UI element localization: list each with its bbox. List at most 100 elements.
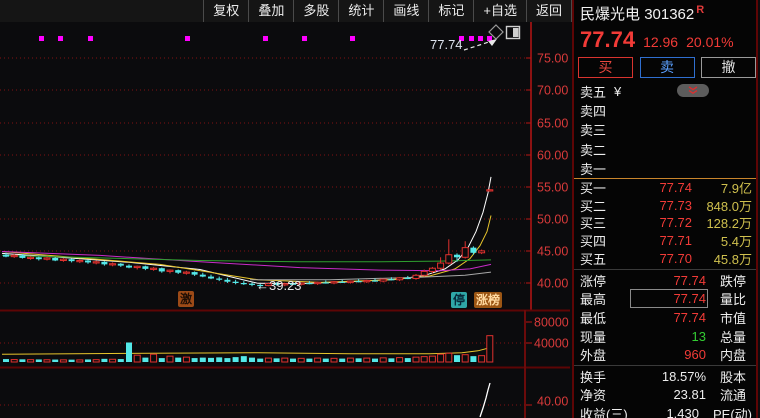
current-price-annotation: 77.74 [430, 37, 463, 52]
buy-level-price: 77.71 [614, 233, 692, 248]
fundamental-row: 收益(三)1.430PE(动) [574, 404, 756, 418]
stock-title: 民爆光电 301362R [580, 3, 704, 24]
buy-level-price: 77.72 [614, 215, 692, 230]
stat-label-2: 量比 [720, 289, 746, 308]
buy-level-amount: 7.9亿 [692, 178, 752, 197]
fundamental-row: 换手18.57%股本 [574, 367, 756, 386]
svg-text:45.00: 45.00 [537, 245, 568, 259]
order-book: 卖五¥卖四卖三卖二卖一 买一77.747.9亿买二77.73848.0万买三77… [574, 82, 756, 267]
sell-level-label: 卖四 [580, 101, 614, 120]
stat-label: 最低 [580, 308, 632, 327]
sell-level-row[interactable]: 卖二 [574, 140, 756, 159]
buy-level-price: 77.70 [614, 251, 692, 266]
svg-text:60.00: 60.00 [537, 149, 568, 163]
pane-toggle-icon-fill [513, 28, 519, 37]
kline-chart[interactable]: 75.0070.0065.0060.0055.0050.0045.0040.00… [0, 0, 572, 418]
stat-value: 77.74 [632, 273, 706, 288]
sell-level-row[interactable]: 卖五¥ [574, 82, 756, 101]
margin-trading-badge: R [696, 4, 704, 16]
sell-level-label: 卖三 [580, 120, 614, 139]
buy-level-row[interactable]: 买四77.715.4万 [574, 232, 756, 250]
price-row: 77.7412.9620.01% [580, 27, 742, 53]
sell-level-label: 卖一 [580, 159, 614, 178]
buy-level-amount: 128.2万 [692, 213, 752, 232]
fundamental-row: 净资23.81 流通 [574, 386, 756, 405]
ma-yellow [2, 216, 491, 283]
stat-label: 涨停 [580, 271, 632, 290]
sell-level-label: 卖二 [580, 140, 614, 159]
sell-level-row[interactable]: 卖三 [574, 120, 756, 139]
cancel-order-button[interactable]: 撤 [701, 57, 756, 78]
stat-label-2: 市值 [720, 308, 746, 327]
fundamental-label-2: 股本 [720, 367, 746, 386]
buy-level-row[interactable]: 买一77.747.9亿 [574, 179, 756, 197]
svg-text:55.00: 55.00 [537, 181, 568, 195]
fundamental-value: 1.430 [629, 406, 699, 418]
stat-row: 现量13总量 [574, 327, 756, 346]
fundamental-label: 换手 [580, 367, 632, 386]
svg-text:40.00: 40.00 [537, 395, 568, 409]
stock-name: 民爆光电 [580, 6, 640, 23]
svg-text:40.00: 40.00 [537, 277, 568, 291]
stat-label-2: 跌停 [720, 271, 746, 290]
svg-text:80000: 80000 [534, 316, 569, 330]
stat-row: 最低77.74 市值 [574, 308, 756, 327]
tag-zhangbang[interactable]: 涨榜 [474, 292, 502, 308]
fundamental-label-2: 流通 [720, 385, 746, 404]
signal-dot [39, 36, 44, 41]
indicator-line [480, 383, 490, 417]
svg-text:65.00: 65.00 [537, 117, 568, 131]
fundamental-label: 净资 [580, 385, 632, 404]
quote-panel: 民爆光电 301362R 77.7412.9620.01% 买 卖 撤 卖五¥卖… [572, 0, 758, 418]
sell-levels: 卖五¥卖四卖三卖二卖一 [574, 82, 756, 178]
svg-text:70.00: 70.00 [537, 84, 568, 98]
buy-level-price: 77.74 [614, 180, 692, 195]
trade-buttons: 买 卖 撤 [578, 57, 756, 78]
stats-block: 涨停77.74跌停最高77.74量比最低77.74市值现量13总量外盘960内盘 [574, 271, 756, 364]
tag-ting[interactable]: 停 [451, 292, 467, 308]
fundamental-value: 23.81 [632, 387, 706, 402]
buy-level-price: 77.73 [614, 198, 692, 213]
stat-value: 960 [632, 347, 706, 362]
stat-value: 77.74 [632, 310, 706, 325]
sell-level-row[interactable]: 卖一 [574, 159, 756, 178]
buy-level-row[interactable]: 买二77.73848.0万 [574, 197, 756, 215]
ma-white [2, 177, 491, 284]
stat-row: 外盘960内盘 [574, 345, 756, 364]
price-change-pct: 20.01% [686, 34, 733, 50]
buy-level-amount: 45.8万 [692, 249, 752, 268]
buy-level-label: 买一 [580, 178, 614, 197]
signal-dot [350, 36, 355, 41]
svg-text:40000: 40000 [534, 337, 569, 351]
buy-button[interactable]: 买 [578, 57, 633, 78]
buy-levels: 买一77.747.9亿买二77.73848.0万买三77.72128.2万买四7… [574, 179, 756, 267]
buy-level-row[interactable]: 买五77.7045.8万 [574, 249, 756, 267]
stock-trading-window: 复权叠加多股统计画线标记+自选返回 75.0070.0065.0060.0055… [0, 0, 760, 418]
buy-level-amount: 848.0万 [692, 196, 752, 215]
stat-row: 最高77.74 量比 [574, 290, 756, 309]
stat-value: 77.74 [632, 291, 706, 306]
buy-level-amount: 5.4万 [692, 231, 752, 250]
svg-text:50.00: 50.00 [537, 213, 568, 227]
price-change: 12.96 [643, 34, 678, 50]
signal-dot [58, 36, 63, 41]
buy-level-label: 买二 [580, 196, 614, 215]
signal-dot [487, 36, 492, 41]
tag-ji[interactable]: 激 [178, 291, 194, 307]
signal-dot [478, 36, 483, 41]
sell-level-row[interactable]: 卖四 [574, 101, 756, 120]
fundamentals-block: 换手18.57%股本净资23.81 流通收益(三)1.430PE(动) [574, 367, 756, 418]
volume-ma-line [2, 347, 491, 354]
signal-dot [263, 36, 268, 41]
buy-level-row[interactable]: 买三77.72128.2万 [574, 214, 756, 232]
chevron-double-down-icon [687, 86, 699, 95]
sell-button[interactable]: 卖 [640, 57, 695, 78]
low-price-annotation: ←39.23 [256, 278, 302, 293]
currency-symbol: ¥ [614, 84, 626, 99]
stat-label-2: 内盘 [720, 345, 746, 364]
fundamental-label: 收益(三) [580, 404, 629, 418]
collapse-levels-button[interactable] [677, 84, 709, 97]
stat-label: 最高 [580, 289, 632, 308]
signal-dot [185, 36, 190, 41]
stat-label-2: 总量 [720, 327, 746, 346]
